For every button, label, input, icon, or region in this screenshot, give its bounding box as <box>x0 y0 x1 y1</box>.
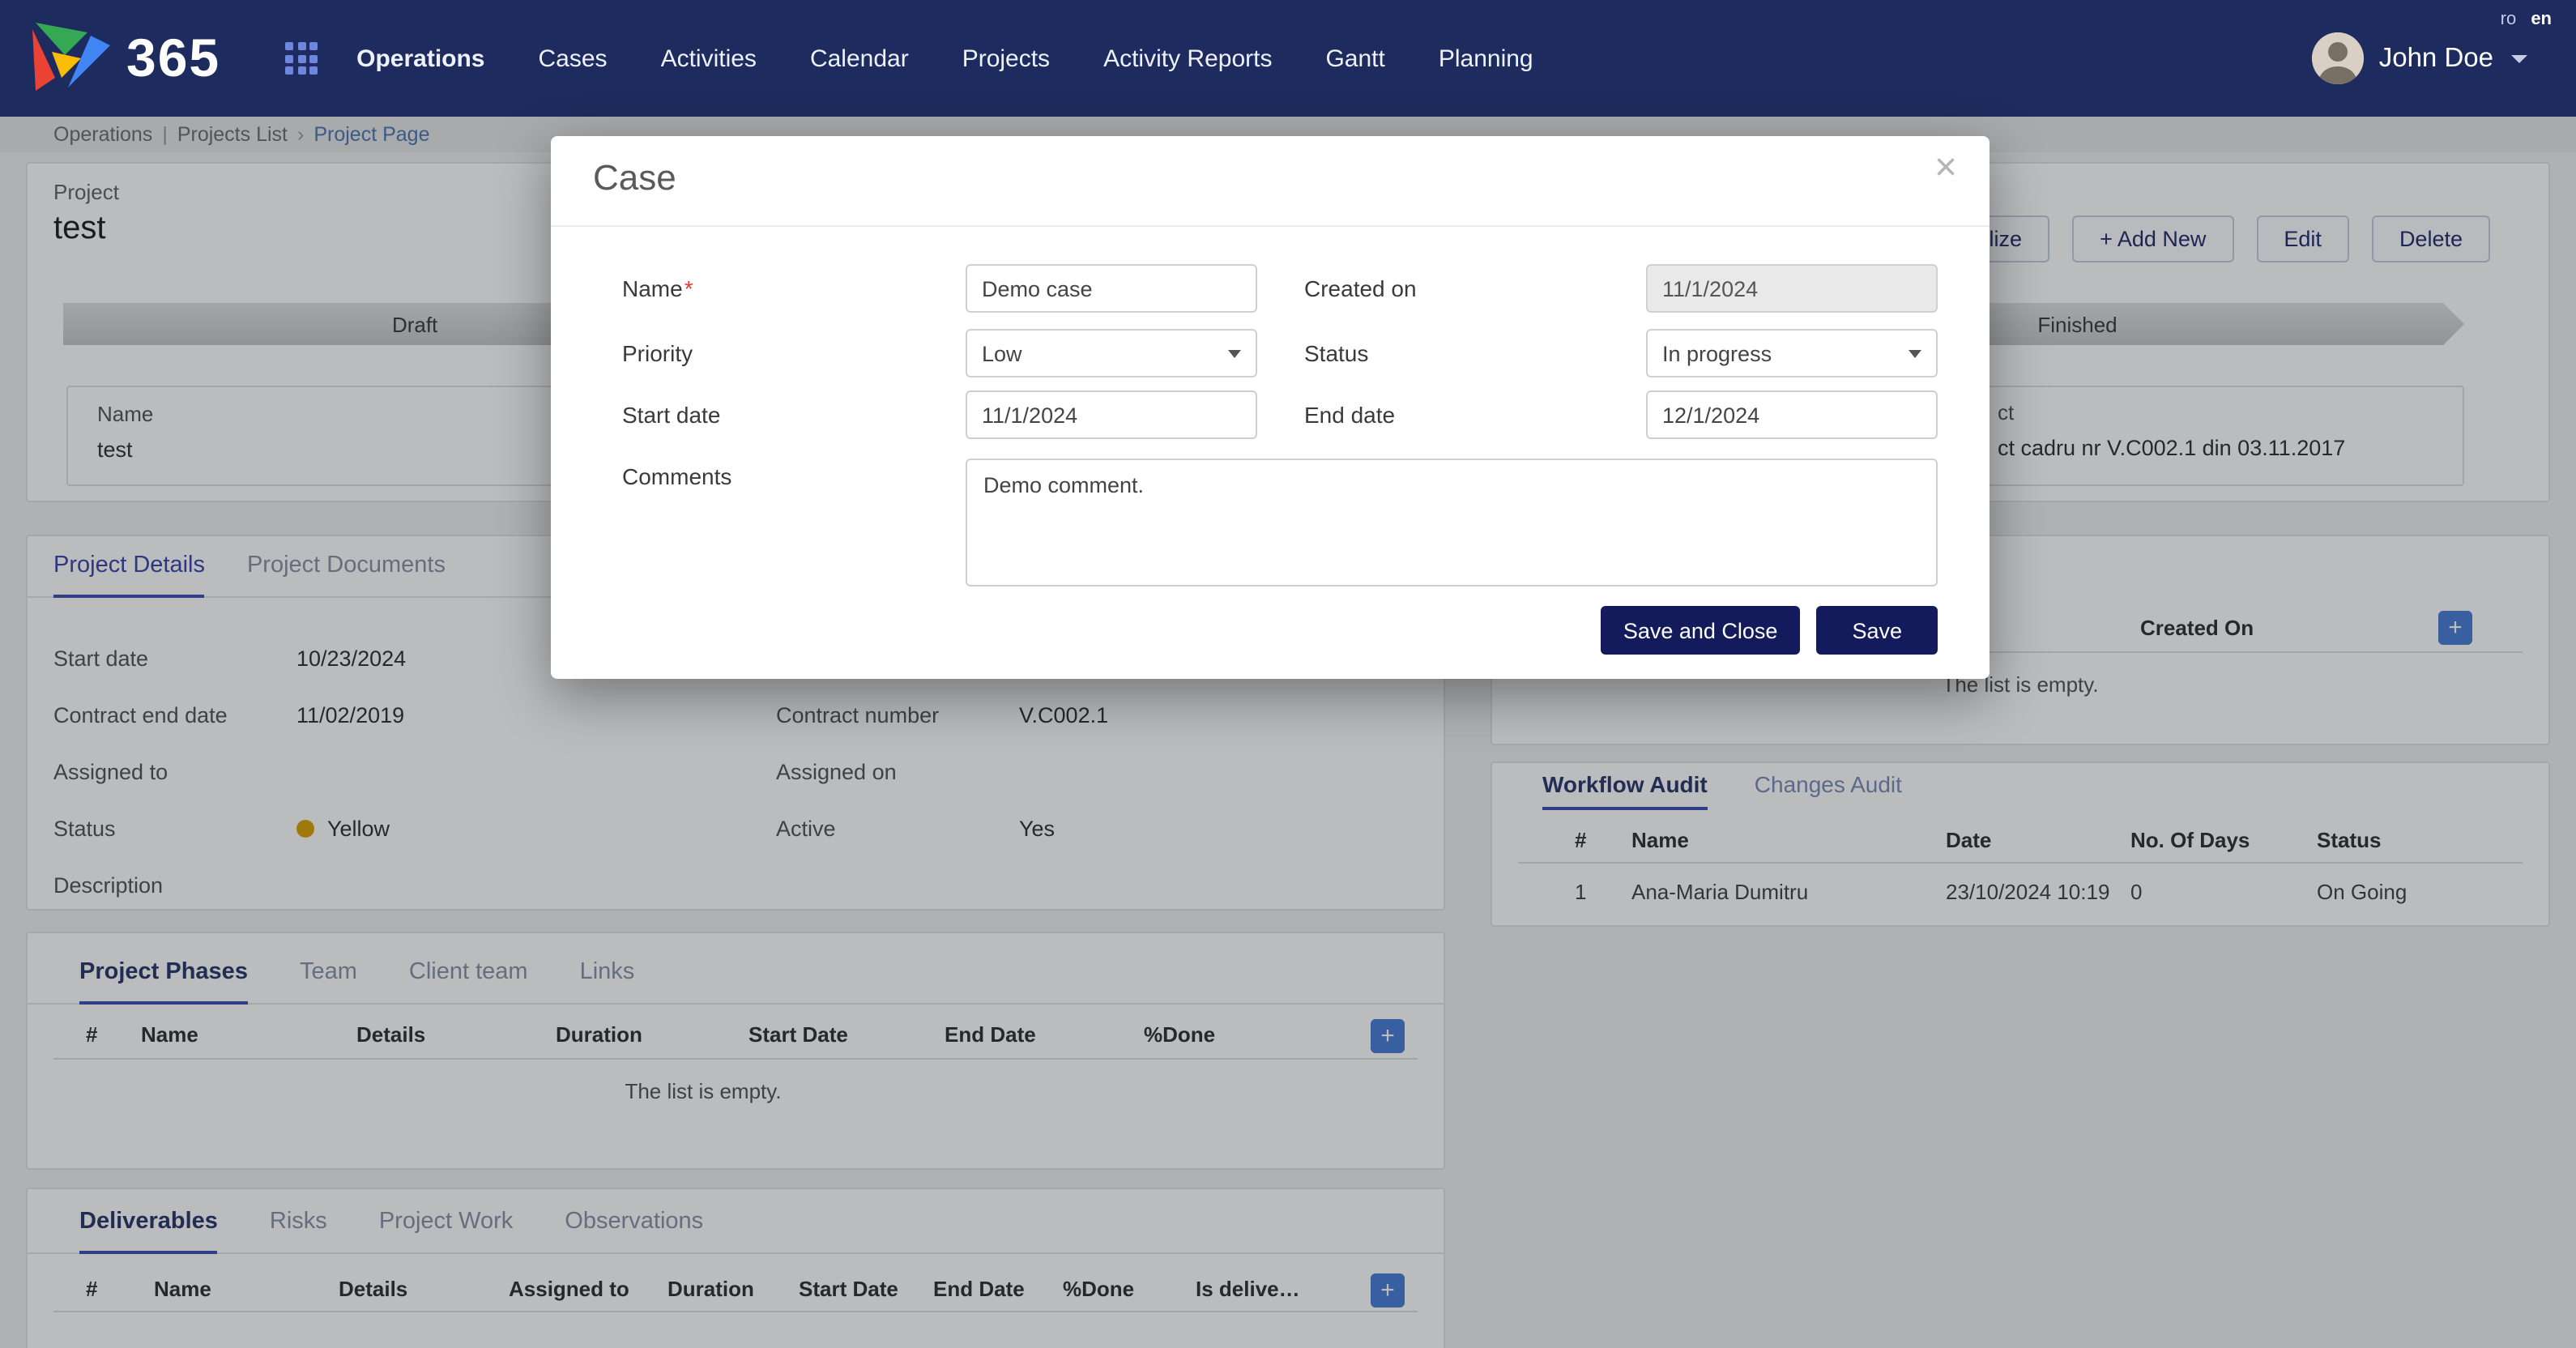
chevron-down-icon <box>2511 54 2527 62</box>
language-switcher: ro en <box>2501 10 2552 29</box>
name-label: Name* <box>622 264 693 313</box>
nav-item-planning[interactable]: Planning <box>1439 45 1533 72</box>
nav-item-gantt[interactable]: Gantt <box>1325 45 1384 72</box>
nav-item-activities[interactable]: Activities <box>661 45 757 72</box>
main-nav: Operations Cases Activities Calendar Pro… <box>356 45 1533 72</box>
priority-label: Priority <box>622 329 693 378</box>
chevron-down-icon <box>1909 350 1921 358</box>
close-icon[interactable]: × <box>1934 146 1957 193</box>
created-on-input <box>1646 264 1938 313</box>
nav-item-projects[interactable]: Projects <box>962 45 1050 72</box>
case-modal: Case × Name* Created on Priority Low Sta… <box>551 136 1990 679</box>
chevron-down-icon <box>1228 350 1241 358</box>
apps-grid-icon[interactable] <box>285 42 318 75</box>
save-button[interactable]: Save <box>1816 606 1938 655</box>
app-window: Operations | Projects List › Project Pag… <box>0 0 2576 1348</box>
modal-title: Case <box>593 157 676 199</box>
comments-label: Comments <box>622 459 731 494</box>
priority-selected-value: Low <box>982 341 1022 365</box>
user-menu[interactable]: John Doe <box>2313 32 2527 84</box>
created-on-label: Created on <box>1304 264 1417 313</box>
user-avatar[interactable] <box>2313 32 2365 84</box>
brand-name: 365 <box>126 28 220 89</box>
topbar: 365 Operations Cases Activities Calendar… <box>0 0 2576 117</box>
status-selected-value: In progress <box>1662 341 1772 365</box>
modal-actions: Save and Close Save <box>1601 606 1938 655</box>
start-date-label: Start date <box>622 390 720 439</box>
required-asterisk: * <box>685 275 693 301</box>
app-logo[interactable]: 365 <box>32 23 220 94</box>
end-date-input[interactable] <box>1646 390 1938 439</box>
nav-item-activity-reports[interactable]: Activity Reports <box>1103 45 1272 72</box>
start-date-input[interactable] <box>966 390 1257 439</box>
modal-header: Case × <box>551 136 1990 227</box>
nav-item-cases[interactable]: Cases <box>539 45 608 72</box>
save-and-close-button[interactable]: Save and Close <box>1601 606 1801 655</box>
status-select[interactable]: In progress <box>1646 329 1938 378</box>
end-date-label: End date <box>1304 390 1395 439</box>
nav-item-operations[interactable]: Operations <box>356 45 484 72</box>
name-input[interactable] <box>966 264 1257 313</box>
user-name[interactable]: John Doe <box>2379 43 2493 74</box>
label-text: Name <box>622 275 683 301</box>
person-icon <box>2313 32 2365 84</box>
status-label: Status <box>1304 329 1368 378</box>
brand-triangle-icon <box>32 23 113 94</box>
priority-select[interactable]: Low <box>966 329 1257 378</box>
lang-en[interactable]: en <box>2531 10 2552 29</box>
lang-ro[interactable]: ro <box>2501 10 2517 29</box>
nav-item-calendar[interactable]: Calendar <box>810 45 909 72</box>
comments-textarea[interactable]: Demo comment. <box>966 459 1938 587</box>
